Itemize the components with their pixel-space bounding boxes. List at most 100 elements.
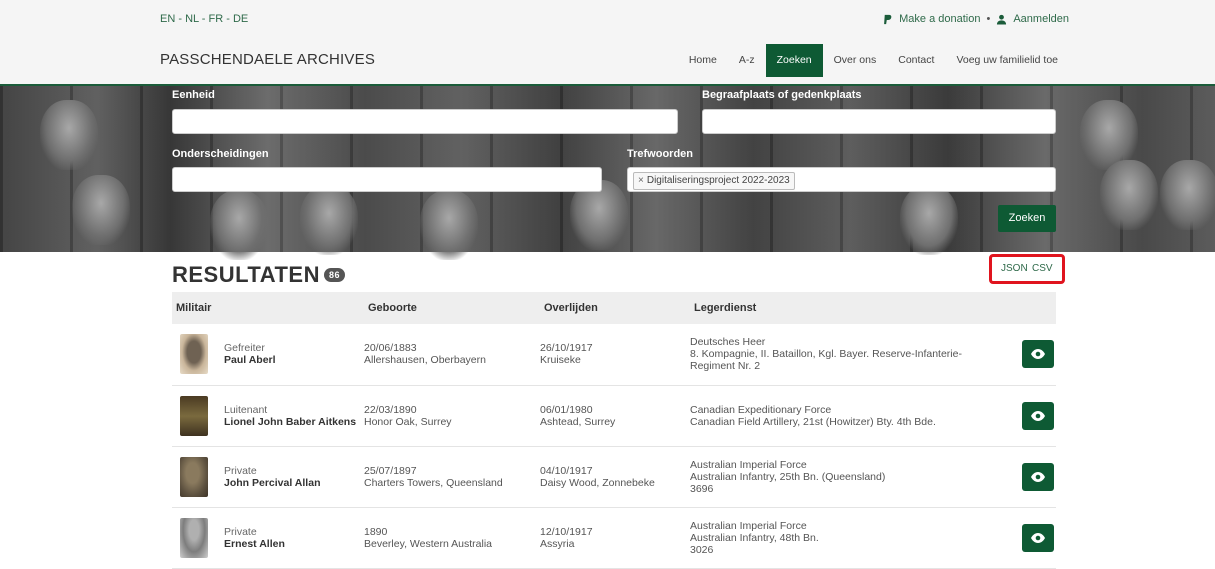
birth-date: 22/03/1890 [364,403,417,416]
keyword-tag[interactable]: × Digitaliseringsproject 2022-2023 [633,172,795,190]
col-legerdienst[interactable]: Legerdienst [690,292,1056,324]
export-json-link[interactable]: JSON [1001,263,1028,274]
soldier-photo [180,395,208,436]
trefwoorden-label: Trefwoorden [627,148,694,160]
soldier-photo [180,517,208,558]
death-date: 06/01/1980 [540,403,593,416]
death-date: 12/10/1917 [540,525,593,538]
lang-de[interactable]: DE [233,13,248,25]
top-bar: EN - NL - FR - DE Make a donation • Aanm… [0,0,1215,36]
background-portrait [900,185,958,255]
results-count-badge: 86 [324,268,346,282]
results-table: Militair Geboorte Overlijden Legerdienst… [172,292,1056,569]
birth-place: Charters Towers, Queensland [364,476,503,489]
table-row[interactable]: Luitenant Lionel John Baber Aitkens 22/03… [172,385,1056,447]
service-line: Canadian Field Artillery, 21st (Howitzer… [690,415,936,428]
birth-place: Honor Oak, Surrey [364,415,452,428]
nav-contact[interactable]: Contact [887,44,945,77]
soldier-name[interactable]: Ernest Allen [224,538,364,550]
export-highlight: JSON CSV [989,254,1065,284]
eenheid-label: Eenheid [172,89,215,101]
nav-home[interactable]: Home [678,44,728,77]
rank: Gefreiter [224,342,265,355]
onderscheidingen-input[interactable] [172,167,602,192]
eenheid-input[interactable] [172,109,678,134]
background-portrait [210,190,268,260]
user-icon [997,14,1007,25]
soldier-name[interactable]: Paul Aberl [224,354,364,366]
col-overlijden[interactable]: Overlijden [540,292,690,324]
lang-nl[interactable]: NL [185,13,199,25]
birth-date: 25/07/1897 [364,464,417,477]
service-line: Australian Infantry, 25th Bn. (Queenslan… [690,470,886,483]
trefwoorden-input[interactable]: × Digitaliseringsproject 2022-2023 [627,167,1056,192]
view-button[interactable] [1022,523,1054,552]
search-button[interactable]: Zoeken [998,205,1056,232]
results-title: RESULTATEN [172,262,320,287]
death-place: Daisy Wood, Zonnebeke [540,476,655,489]
birth-place: Beverley, Western Australia [364,537,492,550]
col-militair[interactable]: Militair [172,292,364,324]
col-geboorte[interactable]: Geboorte [364,292,540,324]
death-date: 04/10/1917 [540,464,593,477]
service-line: Canadian Expeditionary Force [690,403,832,416]
background-portrait [72,175,130,245]
death-place: Assyria [540,537,575,550]
export-csv-link[interactable]: CSV [1032,263,1053,274]
view-button[interactable] [1022,462,1054,491]
eye-icon [1031,349,1045,360]
service-line: Deutsches Heer [690,336,766,349]
background-portrait [420,190,478,260]
eye-icon [1031,410,1045,421]
death-place: Ashtead, Surrey [540,415,616,428]
birth-date: 20/06/1883 [364,342,417,355]
service-line: Australian Imperial Force [690,458,807,471]
paypal-icon [884,14,892,24]
lang-fr[interactable]: FR [209,13,224,25]
results-heading: RESULTATEN 86 [172,262,346,288]
lang-en[interactable]: EN [160,13,175,25]
background-portrait [40,100,98,170]
soldier-photo [180,456,208,497]
table-row[interactable]: Private John Percival Allan 25/07/1897 Cha… [172,446,1056,508]
soldier-photo [180,334,208,375]
view-button[interactable] [1022,401,1054,430]
service-line: Australian Imperial Force [690,519,807,532]
service-line: Regiment Nr. 2 [690,360,761,373]
death-date: 26/10/1917 [540,342,593,355]
donate-link[interactable]: Make a donation [899,13,980,25]
site-brand[interactable]: PASSCHENDAELE ARCHIVES [160,51,375,68]
service-line: 3026 [690,543,714,556]
service-line: Australian Infantry, 48th Bn. [690,531,819,544]
table-row[interactable]: Private Ernest Allen 1890 Beverley, Wester… [172,507,1056,569]
separator-dot: • [986,13,991,25]
soldier-name[interactable]: Lionel John Baber Aitkens [224,416,364,428]
nav-a-z[interactable]: A-z [728,44,766,77]
nav-voeg-familielid[interactable]: Voeg uw familielid toe [945,44,1069,77]
view-button[interactable] [1022,340,1054,369]
death-place: Kruiseke [540,354,581,367]
begraafplaats-input[interactable] [702,109,1056,134]
background-portrait [1160,160,1215,230]
table-row[interactable]: Gefreiter Paul Aberl 20/06/1883 Allershaus… [172,324,1056,386]
table-header: Militair Geboorte Overlijden Legerdienst [172,292,1056,324]
navbar: PASSCHENDAELE ARCHIVES Home A-z Zoeken O… [0,36,1215,86]
rank: Private [224,464,257,477]
rank: Luitenant [224,403,268,416]
service-line: 3696 [690,482,714,495]
eye-icon [1031,532,1045,543]
language-switcher: EN - NL - FR - DE [160,13,249,25]
eye-icon [1031,471,1045,482]
nav-zoeken[interactable]: Zoeken [765,44,823,77]
login-link[interactable]: Aanmelden [1013,13,1069,25]
onderscheidingen-label: Onderscheidingen [172,148,269,160]
remove-tag-icon[interactable]: × [638,175,644,186]
soldier-name[interactable]: John Percival Allan [224,477,364,489]
nav-over-ons[interactable]: Over ons [823,44,888,77]
main-nav: Home A-z Zoeken Over ons Contact Voeg uw… [678,44,1069,77]
rank: Private [224,525,257,538]
background-portrait [300,185,358,255]
keyword-tag-label: Digitaliseringsproject 2022-2023 [646,175,790,186]
begraafplaats-label: Begraafplaats of gedenkplaats [702,89,862,101]
service-line: 8. Kompagnie, II. Bataillon, Kgl. Bayer.… [690,348,962,361]
